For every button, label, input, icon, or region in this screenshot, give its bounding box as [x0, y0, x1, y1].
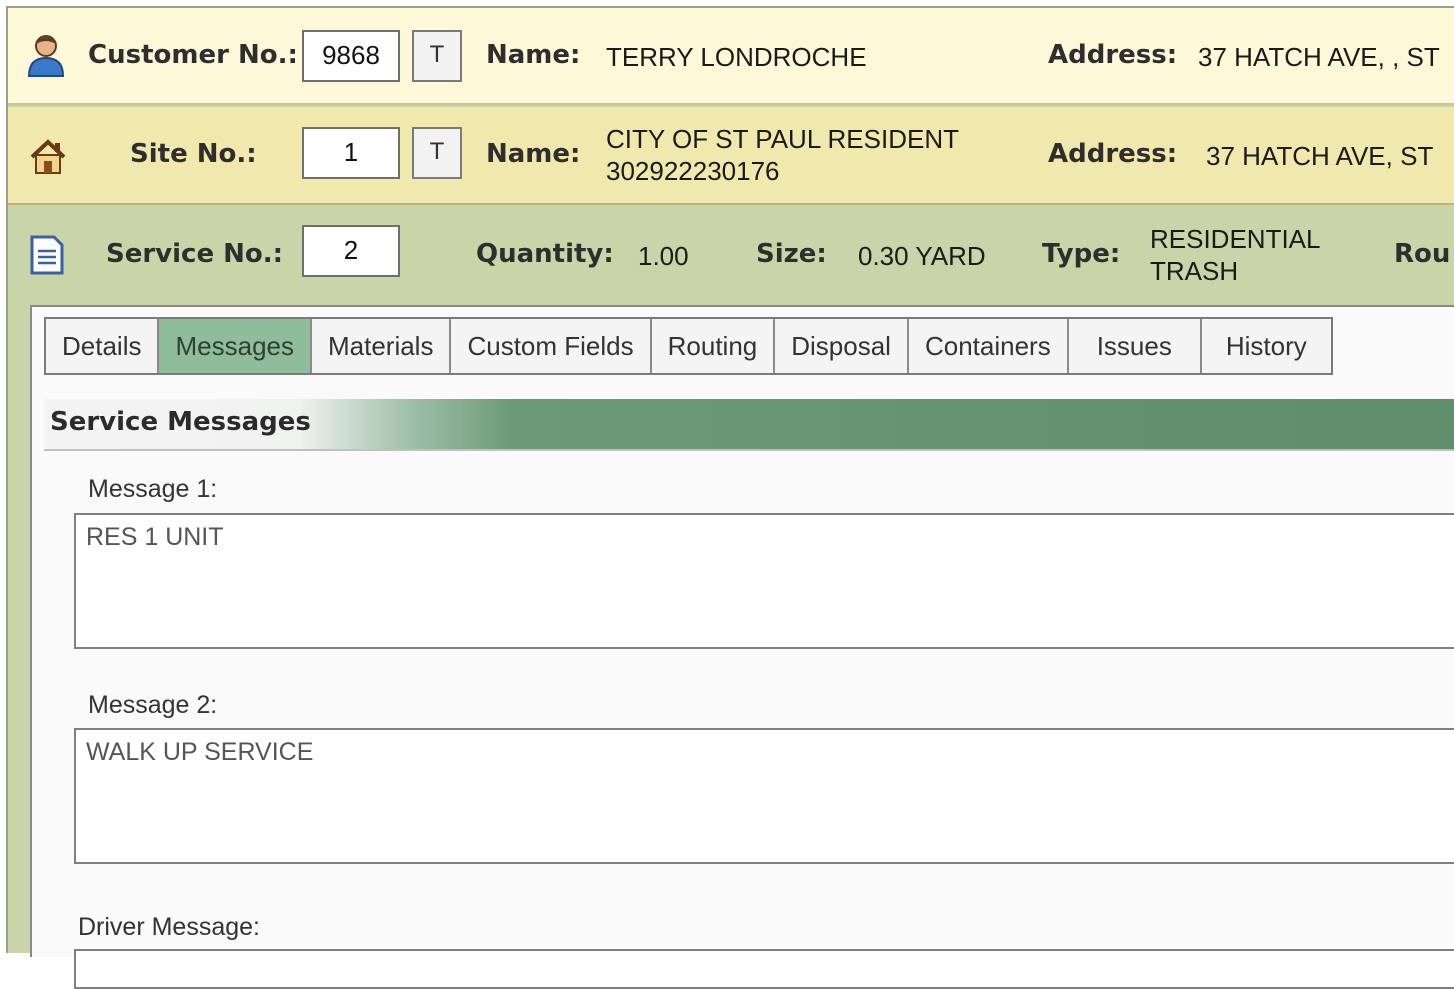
route-label: Rou: [1394, 239, 1451, 269]
customer-band: Customer No.: 9868 T Name: TERRY LONDROC…: [8, 8, 1454, 105]
message1-label: Message 1:: [88, 475, 218, 503]
customer-address-value: 37 HATCH AVE, , ST: [1198, 42, 1440, 72]
driver-message-label: Driver Message:: [78, 913, 260, 941]
site-name-line2: 302922230176: [606, 156, 780, 186]
tab-routing[interactable]: Routing: [652, 319, 776, 373]
tab-bar: Details Messages Materials Custom Fields…: [44, 317, 1333, 375]
site-name-line1: CITY OF ST PAUL RESIDENT: [606, 124, 959, 154]
tab-panel: Details Messages Materials Custom Fields…: [30, 305, 1454, 989]
site-number-input[interactable]: 1: [302, 127, 400, 179]
site-lookup-button[interactable]: T: [412, 127, 462, 179]
tab-custom-fields[interactable]: Custom Fields: [451, 319, 652, 373]
tab-materials[interactable]: Materials: [312, 319, 452, 373]
service-number-input[interactable]: 2: [302, 225, 400, 277]
site-band: Site No.: 1 T Name: CITY OF ST PAUL RESI…: [8, 107, 1454, 205]
message2-label: Message 2:: [88, 691, 218, 719]
message2-textarea[interactable]: WALK UP SERVICE: [74, 728, 1454, 864]
person-icon: [27, 35, 65, 77]
type-label: Type:: [1042, 239, 1121, 269]
site-address-label: Address:: [1048, 139, 1178, 169]
site-name-value: CITY OF ST PAUL RESIDENT 302922230176: [606, 123, 959, 187]
service-band: Service No.: 2 Quantity: 1.00 Size: 0.30…: [8, 207, 1454, 307]
site-number-label: Site No.:: [130, 139, 257, 169]
customer-address-label: Address:: [1048, 40, 1178, 70]
document-icon: [30, 235, 64, 275]
quantity-value: 1.00: [638, 241, 689, 271]
customer-name-label: Name:: [486, 40, 581, 70]
work-order-frame: Customer No.: 9868 T Name: TERRY LONDROC…: [6, 6, 1454, 989]
type-line1: RESIDENTIAL: [1150, 224, 1321, 254]
driver-message-textarea[interactable]: [74, 949, 1454, 989]
house-icon: [30, 139, 66, 174]
tab-history[interactable]: History: [1202, 319, 1331, 373]
customer-number-label: Customer No.:: [88, 40, 298, 70]
customer-lookup-button[interactable]: T: [412, 30, 462, 82]
service-number-label: Service No.:: [106, 239, 284, 269]
type-value: RESIDENTIAL TRASH: [1150, 223, 1321, 287]
site-address-value: 37 HATCH AVE, ST: [1206, 141, 1434, 171]
quantity-label: Quantity:: [476, 239, 614, 269]
size-value: 0.30 YARD: [858, 241, 986, 271]
message1-textarea[interactable]: RES 1 UNIT: [74, 513, 1454, 649]
service-messages-header: Service Messages: [44, 399, 1454, 451]
customer-number-input[interactable]: 9868: [302, 30, 400, 82]
tab-details[interactable]: Details: [46, 319, 160, 373]
section-title: Service Messages: [50, 407, 311, 437]
tab-containers[interactable]: Containers: [909, 319, 1069, 373]
tab-issues[interactable]: Issues: [1069, 319, 1202, 373]
type-line2: TRASH: [1150, 256, 1239, 286]
size-label: Size:: [756, 239, 827, 269]
tab-messages[interactable]: Messages: [159, 319, 312, 373]
tab-disposal[interactable]: Disposal: [775, 319, 909, 373]
customer-name-value: TERRY LONDROCHE: [606, 42, 867, 72]
site-name-label: Name:: [486, 139, 581, 169]
